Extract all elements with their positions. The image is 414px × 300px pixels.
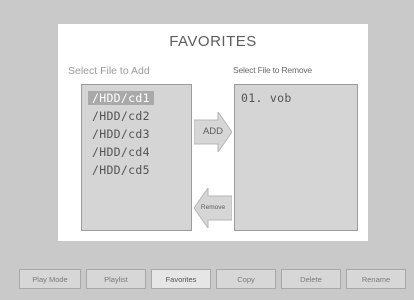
add-section-label: Select File to Add — [68, 65, 150, 77]
list-item-add-1[interactable]: /HDD/cd1 — [88, 91, 154, 105]
play-mode-button[interactable]: Play Mode — [19, 269, 81, 289]
playlist-button[interactable]: Playlist — [86, 269, 146, 289]
add-button[interactable]: ADD — [194, 112, 232, 152]
add-button-label: ADD — [202, 126, 224, 137]
page-title: FAVORITES — [169, 33, 257, 50]
add-file-list[interactable]: /HDD/cd1 /HDD/cd2 /HDD/cd3 /HDD/cd4 /HDD… — [81, 84, 192, 231]
copy-button[interactable]: Copy — [216, 269, 276, 289]
list-item-add-5[interactable]: /HDD/cd5 — [92, 163, 150, 177]
rename-button[interactable]: Rename — [346, 269, 406, 289]
remove-button[interactable]: Remove — [194, 188, 232, 228]
favorites-panel: FAVORITES Select File to Add Select File… — [58, 24, 368, 241]
remove-button-label: Remove — [200, 204, 226, 211]
remove-section-label: Select File to Remove — [233, 65, 312, 75]
favorites-button[interactable]: Favorites — [151, 269, 211, 289]
screen: FAVORITES Select File to Add Select File… — [0, 0, 414, 300]
list-item-add-3[interactable]: /HDD/cd3 — [92, 127, 150, 141]
list-item-remove-1[interactable]: 01. vob — [241, 91, 292, 105]
delete-button[interactable]: Delete — [281, 269, 341, 289]
list-item-add-2[interactable]: /HDD/cd2 — [92, 109, 150, 123]
remove-file-list[interactable]: 01. vob — [234, 84, 358, 231]
list-item-add-4[interactable]: /HDD/cd4 — [92, 145, 150, 159]
